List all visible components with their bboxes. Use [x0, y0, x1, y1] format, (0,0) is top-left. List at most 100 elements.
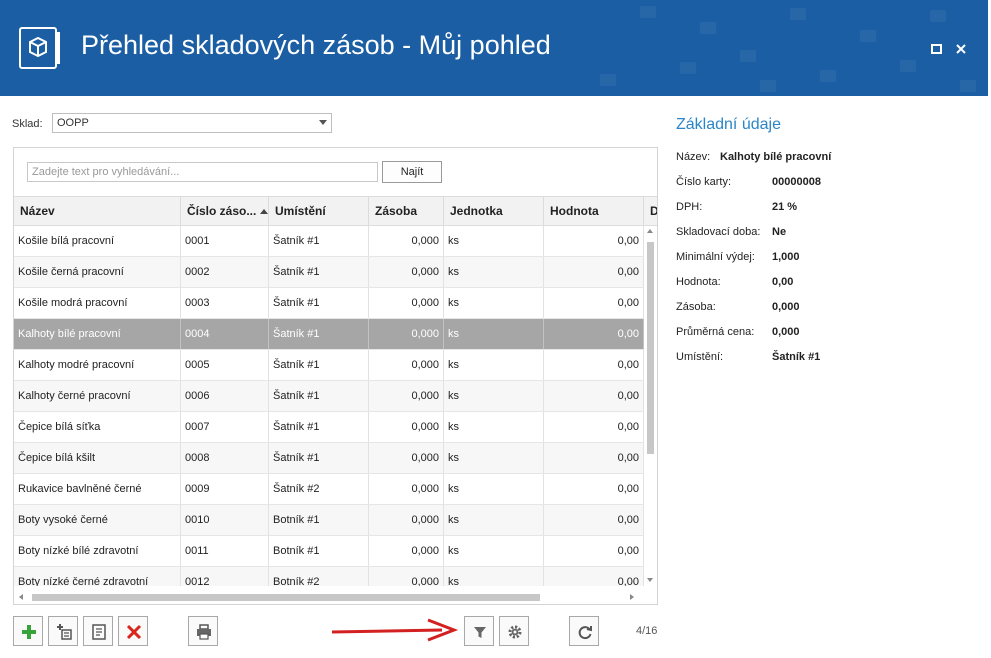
cell-cislo: 0003 [181, 288, 269, 318]
detail-value: Kalhoty bílé pracovní [720, 151, 832, 163]
search-button[interactable]: Najít [382, 161, 442, 183]
table-row[interactable]: Košile modrá pracovní 0003 Šatník #1 0,000 k… [14, 288, 644, 319]
cell-nazev: Boty nízké bílé zdravotní [14, 536, 181, 566]
detail-value: 00000008 [772, 176, 821, 188]
scroll-down-icon[interactable] [647, 578, 653, 582]
maximize-icon[interactable] [928, 40, 946, 58]
refresh-icon [578, 626, 592, 640]
table-row[interactable]: Kalhoty černé pracovní 0006 Šatník #1 0,000… [14, 381, 644, 412]
detail-label: Skladovací doba: [676, 226, 761, 238]
cell-jednotka: ks [444, 505, 544, 535]
edit-button[interactable] [83, 616, 113, 646]
cell-zasoba: 0,000 [369, 567, 444, 586]
filter-button[interactable] [464, 616, 494, 646]
sklad-dropdown[interactable]: OOPP [52, 113, 332, 133]
cell-zasoba: 0,000 [369, 505, 444, 535]
table-row[interactable]: Rukavice bavlněné černé 0009 Šatník #2 0,00… [14, 474, 644, 505]
cell-jednotka: ks [444, 567, 544, 586]
cell-umisteni: Šatník #1 [269, 350, 369, 380]
table-row[interactable]: Čepice bílá kšilt 0008 Šatník #1 0,000 ks 0,0… [14, 443, 644, 474]
detail-label: Název: [676, 151, 711, 163]
column-header-nazev[interactable]: Název [14, 197, 181, 225]
detail-label: Hodnota: [676, 276, 721, 288]
horizontal-scrollbar[interactable] [14, 590, 644, 604]
table-row[interactable]: Kalhoty bílé pracovní 0004 Šatník #1 0,000 k… [14, 319, 644, 350]
cell-jednotka: ks [444, 226, 544, 256]
delete-button[interactable] [118, 616, 148, 646]
close-icon[interactable] [952, 40, 970, 58]
table-row[interactable]: Kalhoty modré pracovní 0005 Šatník #1 0,000… [14, 350, 644, 381]
cell-nazev: Košile modrá pracovní [14, 288, 181, 318]
cell-hodnota: 0,00 [544, 567, 644, 586]
window-title: Přehled skladových zásob - Můj pohled [81, 30, 551, 60]
cell-zasoba: 0,000 [369, 257, 444, 287]
sort-ascending-icon [260, 209, 268, 215]
add-icon [22, 625, 36, 639]
scrollbar-thumb[interactable] [32, 594, 540, 601]
cell-cislo: 0009 [181, 474, 269, 504]
column-header-jednotka[interactable]: Jednotka [444, 197, 544, 225]
add-subitem-icon [57, 624, 72, 640]
cell-hodnota: 0,00 [544, 226, 644, 256]
column-header-zasoba[interactable]: Zásoba [369, 197, 444, 225]
scroll-left-icon[interactable] [19, 594, 23, 600]
detail-value: 0,000 [772, 326, 800, 338]
scrollbar-thumb[interactable] [647, 242, 654, 454]
cell-zasoba: 0,000 [369, 288, 444, 318]
cell-umisteni: Botník #2 [269, 567, 369, 586]
cell-nazev: Košile černá pracovní [14, 257, 181, 287]
cell-jednotka: ks [444, 536, 544, 566]
cell-jednotka: ks [444, 443, 544, 473]
table-row[interactable]: Boty nízké bílé zdravotní 0011 Botník #1 0,… [14, 536, 644, 567]
column-header-umisteni[interactable]: Umístění [269, 197, 369, 225]
vertical-scrollbar[interactable] [644, 226, 657, 586]
cell-zasoba: 0,000 [369, 381, 444, 411]
detail-label: DPH: [676, 201, 703, 213]
search-input[interactable]: Zadejte text pro vyhledávání... [27, 162, 378, 182]
cell-jednotka: ks [444, 381, 544, 411]
column-header-cislo[interactable]: Číslo záso... [181, 197, 269, 225]
inventory-box-icon [18, 26, 62, 70]
print-icon [197, 624, 211, 640]
refresh-button[interactable] [569, 616, 599, 646]
cell-cislo: 0007 [181, 412, 269, 442]
cell-jednotka: ks [444, 319, 544, 349]
settings-button[interactable] [499, 616, 529, 646]
scroll-up-icon[interactable] [647, 229, 653, 233]
table-row[interactable]: Čepice bílá síťka 0007 Šatník #1 0,000 ks 0,0… [14, 412, 644, 443]
detail-value: Ne [772, 226, 787, 238]
cell-umisteni: Botník #1 [269, 505, 369, 535]
cell-nazev: Kalhoty černé pracovní [14, 381, 181, 411]
details-title: Základní údaje [676, 116, 781, 133]
detail-label: Průměrná cena: [676, 326, 755, 338]
filter-icon [474, 627, 486, 638]
detail-value: 0,000 [772, 301, 800, 313]
column-header-hodnota[interactable]: Hodnota [544, 197, 644, 225]
scroll-right-icon[interactable] [630, 594, 634, 600]
cell-nazev: Košile bílá pracovní [14, 226, 181, 256]
cell-zasoba: 0,000 [369, 443, 444, 473]
add-button[interactable] [13, 616, 43, 646]
cell-cislo: 0005 [181, 350, 269, 380]
add-subitem-button[interactable] [48, 616, 78, 646]
print-button[interactable] [188, 616, 218, 646]
cell-hodnota: 0,00 [544, 381, 644, 411]
cell-hodnota: 0,00 [544, 288, 644, 318]
sklad-label: Sklad: [12, 118, 43, 130]
table-row[interactable]: Košile bílá pracovní 0001 Šatník #1 0,000 ks… [14, 226, 644, 257]
detail-label: Číslo karty: [676, 176, 732, 188]
table-row[interactable]: Boty vysoké černé 0010 Botník #1 0,000 ks 0,0… [14, 505, 644, 536]
cell-umisteni: Botník #1 [269, 536, 369, 566]
cell-zasoba: 0,000 [369, 350, 444, 380]
cell-nazev: Rukavice bavlněné černé [14, 474, 181, 504]
chevron-down-icon [319, 120, 327, 125]
detail-value: 21 % [772, 201, 798, 213]
cell-nazev: Boty vysoké černé [14, 505, 181, 535]
column-header-d[interactable]: D [644, 197, 657, 225]
cell-cislo: 0006 [181, 381, 269, 411]
cell-jednotka: ks [444, 474, 544, 504]
table-row[interactable]: Boty nízké černé zdravotní 0012 Botník #2 0… [14, 567, 644, 586]
table-row[interactable]: Košile černá pracovní 0002 Šatník #1 0,000 k… [14, 257, 644, 288]
cell-umisteni: Šatník #1 [269, 257, 369, 287]
cell-hodnota: 0,00 [544, 412, 644, 442]
